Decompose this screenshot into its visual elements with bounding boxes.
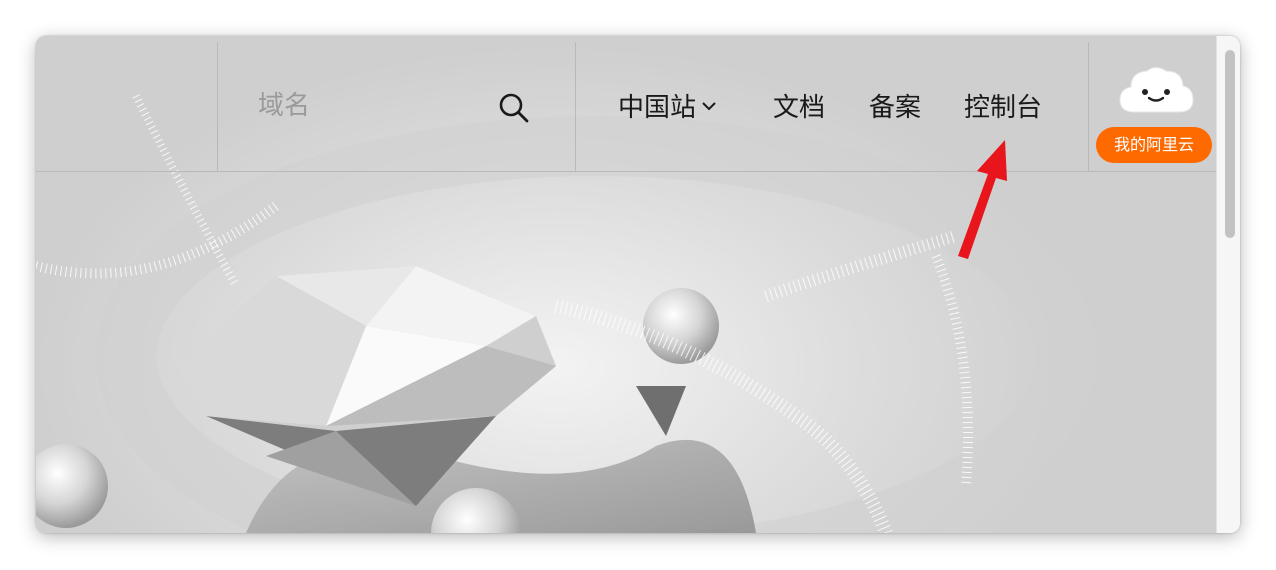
chevron-down-icon [702, 101, 716, 110]
nav-item-icp-filing[interactable]: 备案 [869, 90, 921, 126]
cloud-face-icon[interactable] [1116, 62, 1196, 118]
scrollbar-thumb[interactable] [1225, 50, 1235, 238]
divider [575, 42, 576, 171]
vertical-scrollbar[interactable] [1216, 36, 1240, 533]
browser-window: 中国站 文档 备案 控制台 我的阿里云 [36, 36, 1240, 533]
domain-search-input[interactable] [256, 90, 480, 122]
nav-item-console[interactable]: 控制台 [964, 90, 1042, 126]
pearl [36, 444, 108, 528]
nav-item-label: 文档 [773, 93, 826, 123]
divider [1088, 42, 1089, 171]
top-navigation: 中国站 文档 备案 控制台 我的阿里云 [36, 42, 1216, 172]
my-aliyun-button[interactable]: 我的阿里云 [1096, 127, 1212, 163]
pearl [643, 288, 719, 364]
divider [217, 42, 218, 171]
nav-item-china-site[interactable]: 中国站 [618, 90, 718, 126]
search-icon[interactable] [496, 90, 532, 126]
nav-item-docs[interactable]: 文档 [773, 90, 825, 126]
nav-item-label: 中国站 [618, 93, 697, 123]
nav-item-label: 备案 [869, 93, 922, 123]
nav-item-label: 控制台 [964, 93, 1043, 123]
